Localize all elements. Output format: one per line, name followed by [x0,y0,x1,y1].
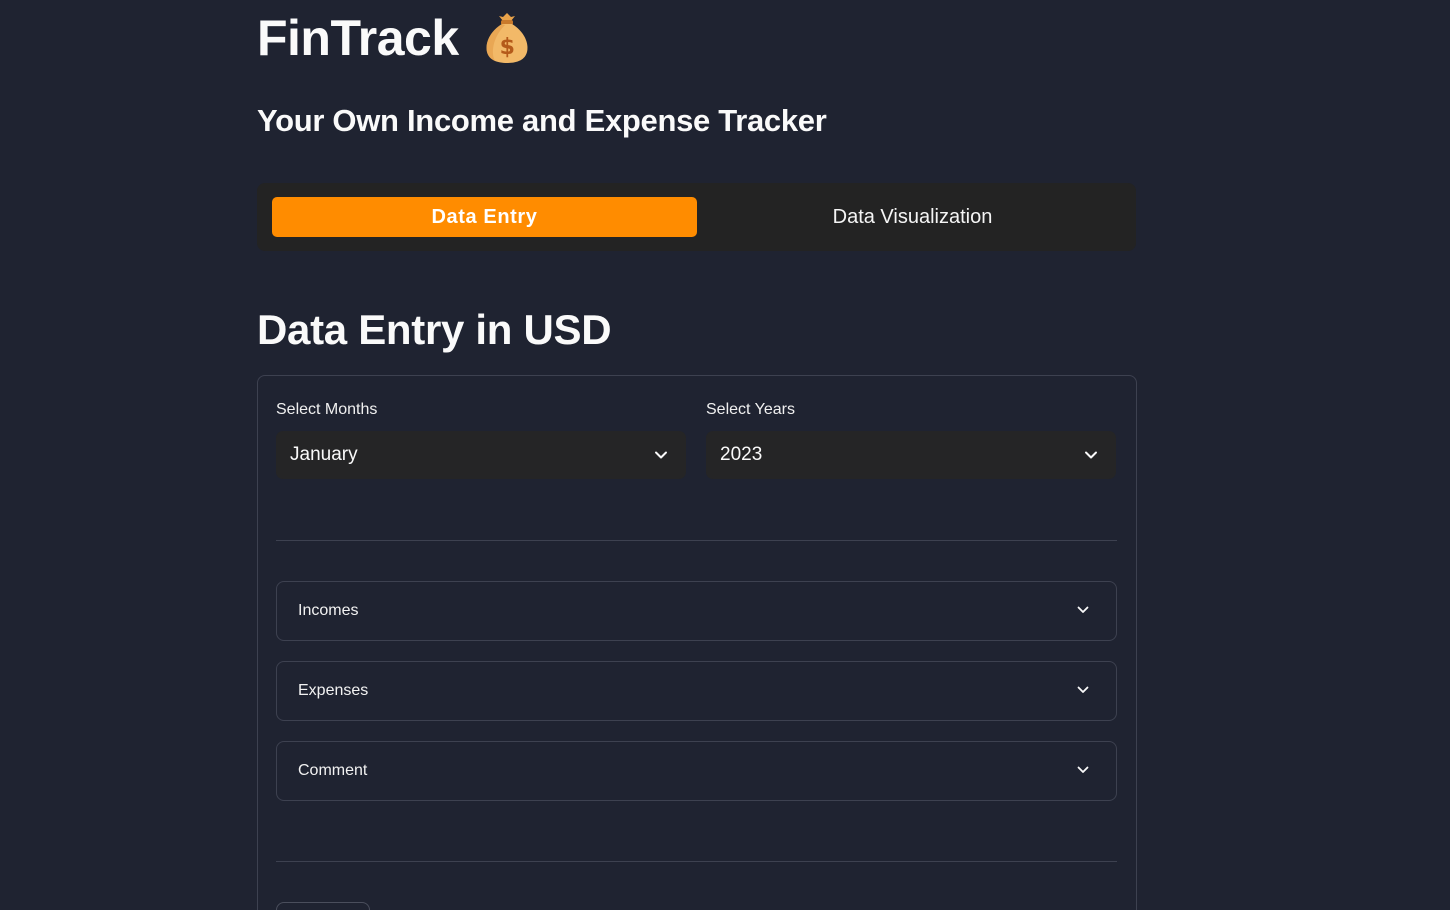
expander-comment-label: Comment [298,762,368,779]
chevron-down-icon [1084,448,1098,462]
app-page: FinTrack $ Your Own Income and Expense T… [0,0,1450,910]
chevron-down-icon [1076,763,1090,777]
year-select-label: Select Years [706,401,795,418]
app-title-text: FinTrack [257,10,459,66]
tab-bar: Data Entry Data Visualization [257,183,1136,251]
chevron-down-icon [1076,603,1090,617]
divider [276,861,1117,862]
expander-expenses-label: Expenses [298,682,369,699]
month-select-label: Select Months [276,401,378,418]
expander-incomes-label: Incomes [298,602,359,619]
data-entry-form: Select Months January Select Years 2023 … [257,375,1137,910]
divider [276,540,1117,541]
chevron-down-icon [654,448,668,462]
svg-text:$: $ [499,35,514,60]
year-select[interactable]: 2023 [706,431,1116,479]
app-title: FinTrack $ [257,2,533,74]
expander-incomes[interactable]: Incomes [276,581,1117,641]
tab-data-visualization[interactable]: Data Visualization [700,197,1125,237]
expander-expenses[interactable]: Expenses [276,661,1117,721]
submit-button[interactable] [276,902,370,910]
year-select-value: 2023 [720,444,763,465]
month-select[interactable]: January [276,431,686,479]
section-title: Data Entry in USD [257,306,612,353]
app-subtitle: Your Own Income and Expense Tracker [257,103,827,138]
money-bag-icon: $ [481,6,533,66]
chevron-down-icon [1076,683,1090,697]
month-select-value: January [290,444,358,465]
expander-comment[interactable]: Comment [276,741,1117,801]
tab-data-entry[interactable]: Data Entry [272,197,697,237]
